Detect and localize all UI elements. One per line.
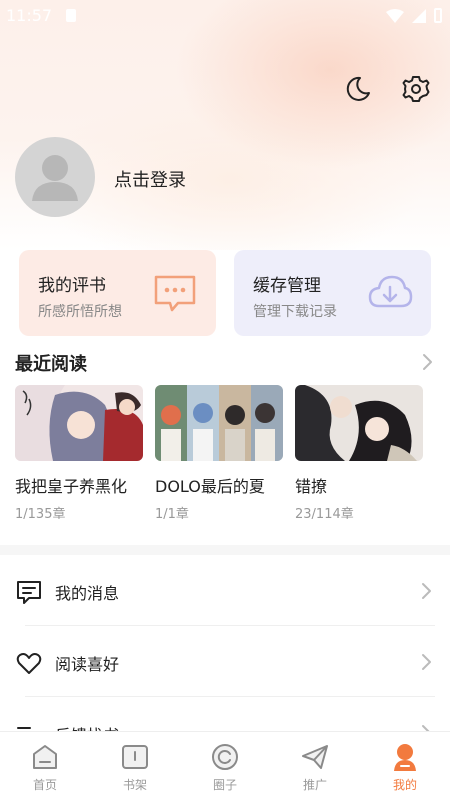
- menu-label: 我的消息: [55, 584, 120, 603]
- nav-label: 首页: [32, 778, 57, 792]
- book-cover[interactable]: [295, 385, 423, 461]
- nav-label: 推广: [302, 778, 327, 792]
- nav-label: 我的: [392, 778, 417, 792]
- person-icon: [394, 744, 416, 771]
- book-cover-art: [15, 385, 143, 461]
- recent-reading-title: 最近阅读: [15, 354, 87, 375]
- chevron-right-icon: [422, 583, 431, 599]
- nav-item-promote[interactable]: 推广: [270, 732, 360, 800]
- book-title: 我把皇子养黑化: [15, 477, 128, 496]
- nav-label: 书架: [122, 778, 147, 792]
- moon-icon: [346, 76, 370, 101]
- gear-icon: [402, 76, 430, 102]
- chevron-right-icon: [422, 654, 431, 670]
- nav-item-mine[interactable]: 我的: [360, 732, 450, 800]
- bottom-nav: 首页 书架 圈子 推广 我的: [0, 731, 450, 800]
- book-item[interactable]: 错撩 23/114章: [295, 385, 423, 522]
- menu-label: 阅读喜好: [55, 655, 120, 674]
- wifi-icon: [386, 8, 404, 23]
- book-title: 错撩: [295, 477, 328, 496]
- night-mode-button[interactable]: [342, 73, 374, 105]
- avatar[interactable]: [15, 137, 95, 217]
- book-item[interactable]: 我把皇子养黑化 1/135章: [15, 385, 143, 522]
- menu-divider: [25, 696, 435, 697]
- book-item[interactable]: DOLO最后的夏 1/1章: [155, 385, 283, 522]
- nav-item-home[interactable]: 首页: [0, 732, 90, 800]
- nav-label: 圈子: [212, 778, 237, 792]
- bookshelf-icon: [122, 745, 148, 769]
- status-bar: 11:57: [0, 0, 450, 32]
- heart-icon: [16, 653, 42, 674]
- message-icon: [17, 581, 41, 604]
- home-icon: [33, 745, 57, 769]
- battery-icon: [434, 8, 442, 23]
- menu-item-reading-preferences[interactable]: 阅读喜好: [0, 627, 450, 697]
- section-divider: [0, 545, 450, 555]
- book-progress: 23/114章: [295, 507, 354, 522]
- default-avatar-icon: [32, 155, 78, 201]
- comment-dots-icon: [154, 275, 196, 312]
- nav-item-circle[interactable]: 圈子: [180, 732, 270, 800]
- profile-page: 11:57 点击登录 我的评书 所感所悟所想 缓存管理 管理下载记录 最近阅读 …: [0, 0, 450, 800]
- book-cover-art: [295, 385, 423, 461]
- book-progress: 1/135章: [15, 507, 66, 522]
- cache-manage-card[interactable]: 缓存管理 管理下载记录: [234, 250, 431, 336]
- paper-plane-icon: [302, 745, 328, 769]
- book-cover-art: [155, 385, 283, 461]
- book-cover[interactable]: [15, 385, 143, 461]
- status-time: 11:57: [6, 6, 53, 25]
- nav-item-bookshelf[interactable]: 书架: [90, 732, 180, 800]
- login-link[interactable]: 点击登录: [114, 166, 186, 192]
- sim-card-icon: [66, 9, 76, 22]
- menu-item-messages[interactable]: 我的消息: [0, 556, 450, 626]
- settings-button[interactable]: [400, 73, 432, 105]
- signal-icon: [412, 8, 426, 23]
- book-cover[interactable]: [155, 385, 283, 461]
- menu-divider: [25, 625, 435, 626]
- circle-icon: [212, 744, 238, 770]
- book-progress: 1/1章: [155, 507, 189, 522]
- chevron-right-icon[interactable]: [418, 352, 436, 372]
- cloud-download-icon: [368, 275, 413, 308]
- book-title: DOLO最后的夏: [155, 477, 265, 496]
- my-reviews-card[interactable]: 我的评书 所感所悟所想: [19, 250, 216, 336]
